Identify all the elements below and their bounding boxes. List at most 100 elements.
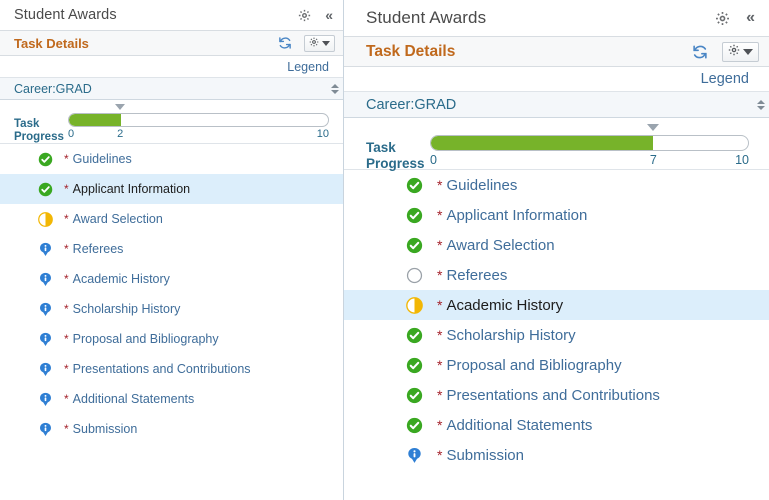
gear-icon[interactable]	[715, 11, 730, 26]
progress-fill	[431, 136, 653, 150]
task-label: Academic History	[73, 272, 170, 286]
dual-panel-comparison: Student Awards « Task Details Legend Career:…	[0, 0, 769, 500]
legend-link[interactable]: Legend	[287, 60, 329, 74]
task-list-item[interactable]: *Scholarship History	[0, 294, 343, 324]
app-titlebar: Student Awards «	[344, 0, 769, 36]
task-list-item[interactable]: * Applicant Information	[344, 200, 769, 230]
task-details-header: Task Details	[0, 30, 343, 56]
gear-icon	[728, 43, 740, 61]
section-title: Task Details	[366, 43, 692, 61]
progress-tick-min: 0	[68, 128, 74, 140]
task-label: Presentations and Contributions	[73, 362, 251, 376]
required-marker: *	[64, 213, 69, 225]
required-marker: *	[64, 423, 69, 435]
up-down-spinner-icon[interactable]	[331, 84, 339, 94]
panel-right: Student Awards « Task Details Legend Career:…	[344, 0, 769, 500]
task-list-item[interactable]: *Additional Statements	[344, 410, 769, 440]
status-info-icon	[38, 362, 53, 377]
status-complete-icon	[38, 182, 53, 197]
status-complete-icon	[406, 327, 423, 344]
legend-row: Legend	[0, 56, 343, 78]
task-list-item[interactable]: *Presentations and Contributions	[344, 380, 769, 410]
status-not-started-icon	[406, 267, 423, 284]
task-label: Submission	[446, 447, 524, 464]
task-list-item[interactable]: *Referees	[344, 260, 769, 290]
app-titlebar: Student Awards«	[0, 0, 343, 30]
status-complete-icon	[406, 207, 423, 224]
task-list-item[interactable]: *Submission	[0, 414, 343, 444]
task-list-item[interactable]: *Additional Statements	[0, 384, 343, 414]
task-label: Proposal and Bibliography	[73, 332, 219, 346]
progress-bar-column: 0210	[68, 104, 329, 141]
progress-ticks: 0210	[68, 127, 329, 141]
progress-tick-value: 7	[650, 153, 657, 167]
status-info-icon	[38, 302, 53, 317]
task-list-item[interactable]: *Presentations and Contributions	[0, 354, 343, 384]
task-progress-label-line2: Progress	[14, 131, 68, 144]
task-list-item[interactable]: *Proposal and Bibliography	[344, 350, 769, 380]
required-marker: *	[64, 273, 69, 285]
task-progress-label-line1: Task	[366, 140, 430, 156]
required-marker: *	[437, 358, 442, 372]
task-list-item[interactable]: *Guidelines	[344, 170, 769, 200]
task-progress-label: TaskProgress	[366, 124, 430, 171]
status-complete-icon	[406, 387, 423, 404]
task-label: Applicant Information	[446, 207, 587, 224]
page-title: Student Awards	[366, 8, 715, 28]
required-marker: *	[64, 153, 69, 165]
task-label: Guidelines	[73, 152, 132, 166]
refresh-icon[interactable]	[692, 44, 708, 60]
task-label: Scholarship History	[446, 327, 575, 344]
status-info-icon	[38, 332, 53, 347]
required-marker: *	[64, 333, 69, 345]
task-list-item[interactable]: *Academic History	[344, 290, 769, 320]
required-marker: *	[437, 208, 442, 222]
legend-link[interactable]: Legend	[701, 71, 749, 87]
gear-icon[interactable]	[298, 9, 311, 22]
status-info-icon	[38, 242, 53, 257]
required-marker: *	[437, 238, 442, 252]
status-complete-icon	[406, 417, 423, 434]
task-list-item[interactable]: *Referees	[0, 234, 343, 264]
task-list-item[interactable]: * Scholarship History	[344, 320, 769, 350]
status-complete-icon	[406, 177, 423, 194]
task-list-item[interactable]: *Submission	[344, 440, 769, 470]
options-menu-button[interactable]	[304, 35, 335, 52]
task-progress-label: TaskProgress	[14, 104, 68, 144]
task-label: Applicant Information	[73, 182, 190, 196]
progress-fill	[69, 114, 121, 126]
task-list-item[interactable]: * Applicant Information	[0, 174, 343, 204]
task-details-header: Task Details	[344, 36, 769, 67]
required-marker: *	[437, 328, 442, 342]
task-list-item[interactable]: * Academic History	[0, 264, 343, 294]
career-selector[interactable]: Career:GRAD	[344, 92, 769, 118]
chevron-down-icon	[322, 41, 330, 46]
refresh-icon[interactable]	[278, 36, 292, 50]
required-marker: *	[437, 418, 442, 432]
up-down-spinner-icon[interactable]	[757, 100, 765, 110]
task-progress-section: TaskProgress0 7 10	[344, 118, 769, 170]
chevron-down-icon	[743, 49, 753, 55]
task-list: *Guidelines * Applicant Information *Award …	[344, 170, 769, 470]
status-info-icon	[38, 272, 53, 287]
task-list-item[interactable]: * Guidelines	[0, 144, 343, 174]
progress-marker-icon	[115, 104, 125, 110]
status-complete-icon	[406, 237, 423, 254]
status-in-progress-icon	[38, 212, 53, 227]
career-selector[interactable]: Career:GRAD	[0, 78, 343, 100]
task-label: Award Selection	[73, 212, 163, 226]
task-label: Scholarship History	[73, 302, 181, 316]
progress-marker-icon	[647, 124, 659, 131]
progress-tick-min: 0	[430, 153, 437, 167]
progress-tick-max: 10	[735, 153, 749, 167]
double-chevron-left-icon[interactable]: «	[746, 10, 755, 26]
options-menu-button[interactable]	[722, 42, 759, 62]
task-progress-section: TaskProgress0210	[0, 100, 343, 144]
task-list-item[interactable]: *Award Selection	[344, 230, 769, 260]
double-chevron-left-icon[interactable]: «	[325, 8, 333, 22]
task-list-item[interactable]: * Award Selection	[0, 204, 343, 234]
gear-icon	[309, 34, 319, 52]
required-marker: *	[64, 183, 69, 195]
task-list-item[interactable]: * Proposal and Bibliography	[0, 324, 343, 354]
task-label: Presentations and Contributions	[446, 387, 659, 404]
